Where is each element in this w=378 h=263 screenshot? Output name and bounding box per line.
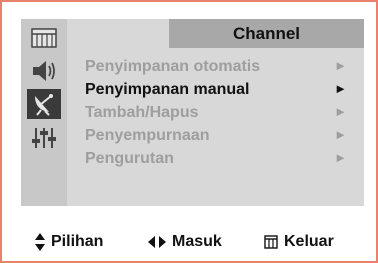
sound-icon[interactable] xyxy=(27,56,61,86)
help-enter: Masuk xyxy=(148,233,222,251)
menu-sidebar xyxy=(21,19,67,206)
submenu-arrow-icon: ► xyxy=(334,127,347,142)
help-exit-label: Keluar xyxy=(284,233,334,250)
menu-item-manual-store[interactable]: Penyimpanan manual ► xyxy=(85,79,347,101)
menu-button-icon xyxy=(264,235,278,249)
submenu-arrow-icon: ► xyxy=(334,81,347,96)
picture-menu-icon[interactable] xyxy=(27,23,61,53)
menu-item-label: Penyimpanan manual xyxy=(85,81,250,98)
menu-item-sort[interactable]: Pengurutan ► xyxy=(85,148,347,170)
help-bar: Pilihan Masuk Keluar xyxy=(21,230,364,256)
equalizer-settings-icon[interactable] xyxy=(27,123,61,153)
left-right-arrow-icon xyxy=(148,236,166,248)
help-enter-label: Masuk xyxy=(172,233,222,250)
submenu-arrow-icon: ► xyxy=(334,58,347,73)
help-exit: Keluar xyxy=(264,233,334,251)
menu-title: Channel xyxy=(169,19,364,48)
menu-item-label: Pengurutan xyxy=(85,150,174,167)
menu-item-auto-store[interactable]: Penyimpanan otomatis ► xyxy=(85,56,347,78)
up-down-arrow-icon xyxy=(35,233,45,251)
menu-item-label: Penyempurnaan xyxy=(85,127,210,144)
submenu-arrow-icon: ► xyxy=(334,104,347,119)
submenu-arrow-icon: ► xyxy=(334,150,347,165)
help-select: Pilihan xyxy=(35,233,103,251)
osd-frame: Channel Penyimpanan otomatis ► Penyimpan… xyxy=(0,0,378,263)
menu-item-label: Tambah/Hapus xyxy=(85,104,199,121)
satellite-dish-icon[interactable] xyxy=(27,89,61,119)
menu-item-add-delete[interactable]: Tambah/Hapus ► xyxy=(85,102,347,124)
channel-menu-panel: Channel Penyimpanan otomatis ► Penyimpan… xyxy=(21,19,364,206)
help-select-label: Pilihan xyxy=(51,233,104,250)
menu-item-fine-tune[interactable]: Penyempurnaan ► xyxy=(85,125,347,147)
menu-item-label: Penyimpanan otomatis xyxy=(85,58,261,75)
